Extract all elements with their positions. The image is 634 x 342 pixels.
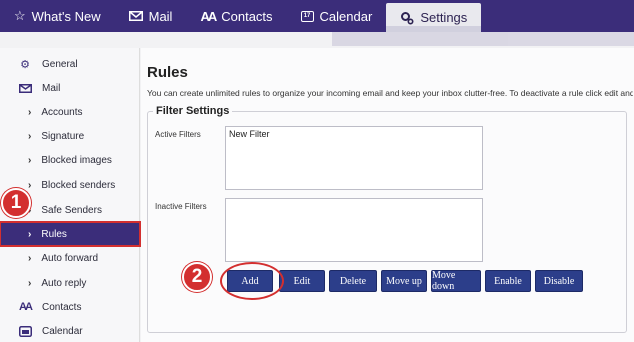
chevron-right-icon: › [28,106,32,118]
sidebar-item-auto-reply[interactable]: › Auto reply [0,271,140,295]
sidebar-item-label: Signature [41,130,85,142]
sidebar-item-label: Accounts [41,106,83,118]
active-filters-label: Active Filters [155,130,201,139]
chevron-right-icon: › [28,179,32,191]
inactive-filters-list[interactable] [225,198,483,262]
sidebar-item-mail[interactable]: Mail [0,76,140,100]
contacts-icon: AA [200,8,217,24]
sidebar-item-label: Auto forward [41,252,99,264]
step-2-badge: 2 [182,262,212,292]
filter-list-item[interactable]: New Filter [229,129,479,139]
sidebar-item-label: Contacts [42,301,82,313]
tab-label: Contacts [221,8,273,24]
calendar-icon [18,325,32,337]
chevron-right-icon: › [28,228,32,240]
tab-label: Calendar [319,8,373,24]
tab-settings[interactable]: Settings [386,3,482,32]
move-down-button[interactable]: Move down [431,270,481,292]
sidebar-item-signature[interactable]: › Signature [0,124,140,148]
add-button-highlight-ring [220,262,284,300]
sidebar-item-label: Blocked images [41,154,112,166]
calendar-icon: 17 [300,10,314,22]
inactive-filters-label: Inactive Filters [155,202,207,211]
delete-button[interactable]: Delete [329,270,377,292]
chevron-right-icon: › [28,252,32,264]
chevron-right-icon: › [28,154,32,166]
mail-icon [128,11,143,21]
tab-contacts[interactable]: AA Contacts [186,0,286,32]
gear-icon: ⚙ [20,58,30,71]
sidebar-item-label: Auto reply [41,277,87,289]
tab-mail[interactable]: Mail [115,0,187,32]
active-filters-list[interactable]: New Filter [225,126,483,190]
filter-settings-legend: Filter Settings [153,105,233,117]
edit-button[interactable]: Edit [279,270,325,292]
disable-button[interactable]: Disable [535,270,583,292]
sidebar-item-label: Rules [41,228,67,240]
sidebar-item-label: Blocked senders [41,179,116,191]
sidebar-item-general[interactable]: ⚙ General [0,52,140,76]
top-navigation: ☆ What's New Mail AA Contacts 17 Calenda… [0,0,634,32]
sidebar-item-label: General [42,58,78,70]
page-title: Rules [147,64,188,81]
step-1-badge: 1 [1,188,31,218]
chevron-right-icon: › [28,277,32,289]
chevron-right-icon: › [28,130,32,142]
page-description: You can create unlimited rules to organi… [147,88,633,98]
star-icon: ☆ [14,8,26,23]
tab-whats-new[interactable]: ☆ What's New [0,0,115,32]
enable-button[interactable]: Enable [485,270,531,292]
rules-panel: Rules You can create unlimited rules to … [141,48,634,342]
tab-calendar[interactable]: 17 Calendar [287,0,387,32]
sidebar-item-contacts[interactable]: AA Contacts [0,295,140,319]
contacts-icon: AA [19,301,33,313]
move-up-button[interactable]: Move up [381,270,427,292]
sidebar-item-blocked-images[interactable]: › Blocked images [0,148,140,172]
sidebar-item-accounts[interactable]: › Accounts [0,100,140,124]
mail-icon [18,83,32,93]
sidebar-item-auto-forward[interactable]: › Auto forward [0,246,140,270]
sidebar-item-rules[interactable]: › Rules [0,221,141,247]
tab-label: Mail [148,8,173,24]
tab-label: What's New [31,8,101,24]
settings-icon [400,11,414,25]
sidebar-item-label: Calendar [42,325,83,337]
sidebar-item-label: Safe Senders [41,204,102,216]
sidebar-item-label: Mail [42,82,61,94]
sidebar-item-calendar[interactable]: Calendar [0,319,140,342]
tab-label: Settings [420,10,468,25]
